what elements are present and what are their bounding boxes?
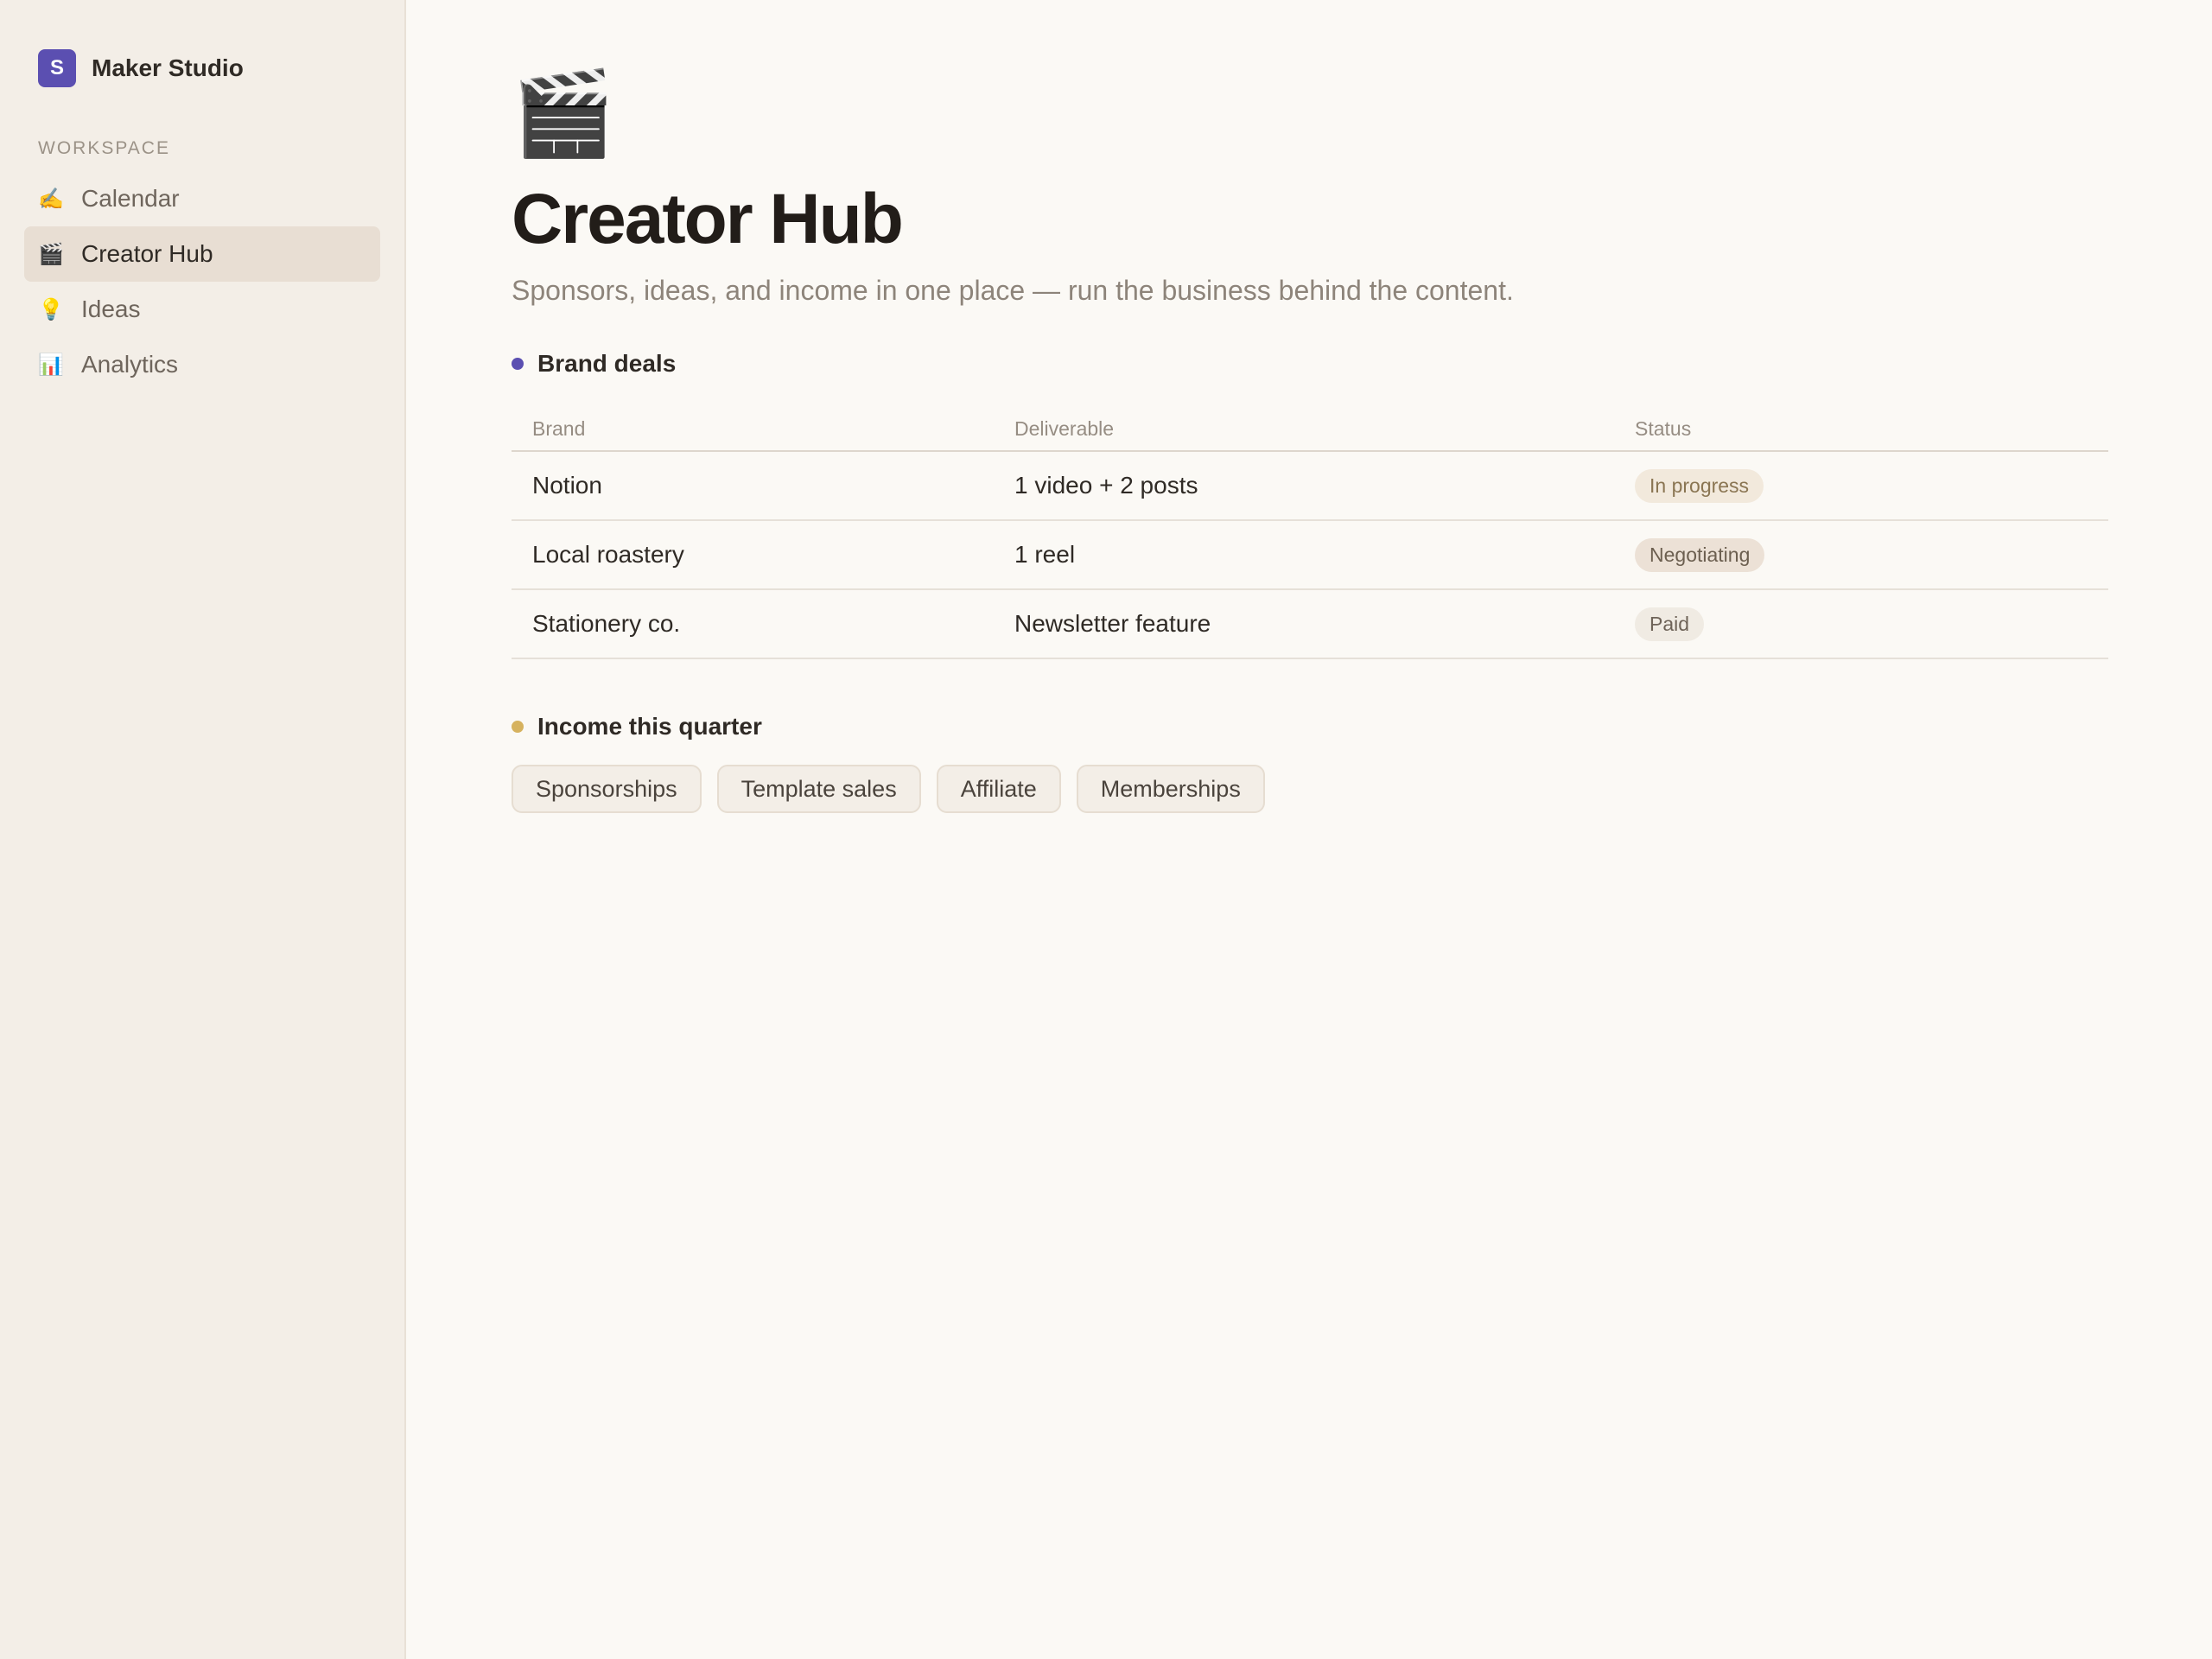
income-heading: Income this quarter (512, 713, 2212, 741)
chip-affiliate[interactable]: Affiliate (936, 765, 1061, 813)
cell-status: In progress (1635, 468, 2108, 503)
cell-deliverable: Newsletter feature (1014, 610, 1211, 637)
clapper-board-icon: 🎬 (38, 242, 64, 266)
cell-deliverable: 1 video + 2 posts (1014, 472, 1198, 499)
income-title: Income this quarter (537, 713, 762, 740)
sidebar-item-label: Analytics (81, 351, 179, 378)
cell-brand: Stationery co. (532, 610, 681, 637)
page-subtitle[interactable]: Sponsors, ideas, and income in one place… (512, 275, 2212, 307)
brand-deals-table: Brand Deliverable Status Notion 1 video … (512, 407, 2108, 659)
column-header-brand[interactable]: Brand (512, 417, 1014, 441)
bullet-dot-icon (512, 358, 524, 370)
table-row[interactable]: Stationery co. Newsletter feature Paid (512, 590, 2108, 659)
workspace-switcher[interactable]: S Maker Studio (0, 47, 404, 90)
light-bulb-icon: 💡 (38, 297, 64, 321)
sidebar-nav: ✍️ Calendar 🎬 Creator Hub 💡 Ideas 📊 Anal… (0, 171, 404, 392)
workspace-avatar: S (38, 49, 76, 87)
chip-sponsorships[interactable]: Sponsorships (512, 765, 702, 813)
workspace-name: Maker Studio (92, 54, 244, 81)
table-row[interactable]: Notion 1 video + 2 posts In progress (512, 452, 2108, 521)
table-row[interactable]: Local roastery 1 reel Negotiating (512, 521, 2108, 590)
bullet-dot-icon (512, 721, 524, 733)
sidebar: S Maker Studio WORKSPACE ✍️ Calendar 🎬 C… (0, 0, 406, 1659)
sidebar-item-creator-hub[interactable]: 🎬 Creator Hub (24, 226, 380, 282)
app-window: S Maker Studio WORKSPACE ✍️ Calendar 🎬 C… (0, 0, 2212, 1659)
cell-brand: Notion (532, 472, 602, 499)
column-header-deliverable[interactable]: Deliverable (1014, 417, 1635, 441)
sidebar-item-label: Ideas (81, 296, 141, 322)
cell-status: Paid (1635, 607, 2108, 641)
status-badge[interactable]: Paid (1635, 607, 1705, 641)
sidebar-item-analytics[interactable]: 📊 Analytics (24, 337, 380, 392)
sidebar-item-ideas[interactable]: 💡 Ideas (24, 282, 380, 337)
status-badge[interactable]: In progress (1635, 468, 1764, 503)
income-chips: Sponsorships Template sales Affiliate Me… (512, 765, 2212, 813)
brand-deals-title: Brand deals (537, 350, 677, 377)
clapper-board-icon[interactable]: 🎬 (512, 71, 2212, 157)
writing-hand-icon: ✍️ (38, 187, 64, 211)
brand-deals-heading: Brand deals (512, 350, 2212, 378)
column-header-status[interactable]: Status (1635, 417, 2108, 441)
main-content: 🎬 Creator Hub Sponsors, ideas, and incom… (406, 0, 2212, 1659)
sidebar-item-label: Calendar (81, 185, 180, 212)
cell-deliverable: 1 reel (1014, 541, 1076, 568)
sidebar-section-label: WORKSPACE (38, 138, 170, 158)
page-title[interactable]: Creator Hub (512, 176, 2212, 263)
chip-memberships[interactable]: Memberships (1076, 765, 1265, 813)
sidebar-item-label: Creator Hub (81, 240, 213, 267)
cell-status: Negotiating (1635, 537, 2108, 572)
sidebar-item-calendar[interactable]: ✍️ Calendar (24, 171, 380, 226)
status-badge[interactable]: Negotiating (1635, 537, 1765, 572)
chip-template-sales[interactable]: Template sales (716, 765, 921, 813)
cell-brand: Local roastery (532, 541, 684, 568)
table-header-row: Brand Deliverable Status (512, 407, 2108, 452)
bar-chart-icon: 📊 (38, 353, 64, 377)
